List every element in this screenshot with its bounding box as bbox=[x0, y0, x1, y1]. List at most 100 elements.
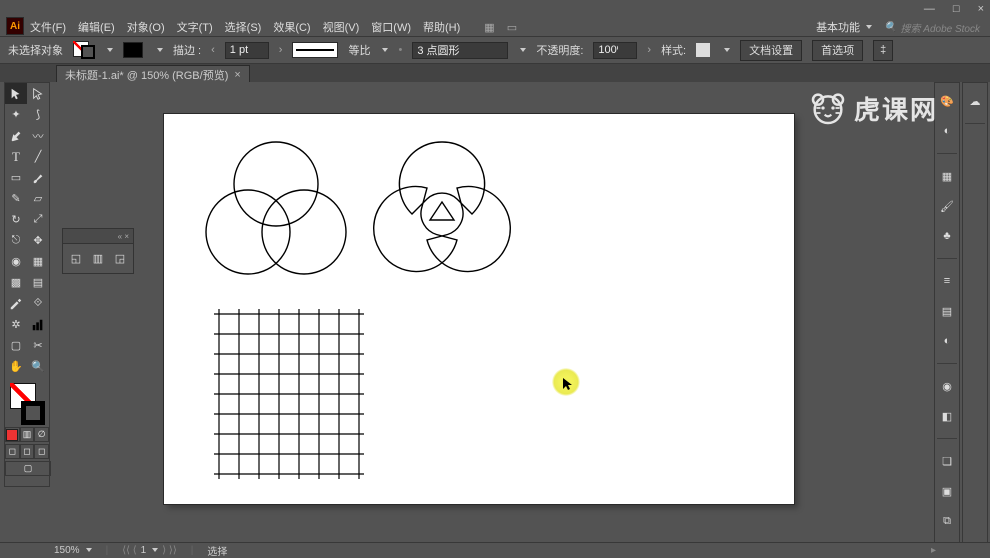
tools-panel: ✦ ⟆ 〰 T ╱ ▭ ✎ ▱ ↻ ⤢ ⎋ ✥ ◉ ▦ ▩ ▤ ⟐ ✲ bbox=[4, 82, 50, 487]
graphic-style-swatch[interactable] bbox=[696, 43, 710, 57]
perspective-grid-tool[interactable]: ▦ bbox=[27, 251, 49, 272]
menu-help[interactable]: 帮助(H) bbox=[423, 19, 460, 35]
stroke-profile-preview[interactable] bbox=[292, 42, 338, 58]
shaper-tool[interactable]: ✎ bbox=[5, 188, 27, 209]
menu-view[interactable]: 视图(V) bbox=[323, 19, 360, 35]
chevron-down-icon[interactable] bbox=[382, 48, 388, 52]
canvas-area[interactable] bbox=[52, 82, 932, 543]
stroke-panel-icon[interactable]: ≡ bbox=[939, 273, 955, 289]
menu-type[interactable]: 文字(T) bbox=[177, 19, 213, 35]
scale-tool[interactable]: ⤢ bbox=[27, 209, 49, 230]
symbol-sprayer-tool[interactable]: ✲ bbox=[5, 314, 27, 335]
hand-tool[interactable]: ✋ bbox=[5, 356, 27, 377]
menu-edit[interactable]: 编辑(E) bbox=[78, 19, 115, 35]
pen-tool[interactable] bbox=[5, 125, 27, 146]
width-tool[interactable]: ⎋ bbox=[5, 230, 27, 251]
eyedropper-tool[interactable] bbox=[5, 293, 27, 314]
zoom-level[interactable]: 150% bbox=[54, 545, 92, 556]
fill-stroke-control[interactable] bbox=[5, 381, 49, 425]
opacity-input[interactable] bbox=[593, 42, 637, 59]
magic-wand-tool[interactable]: ✦ bbox=[5, 104, 27, 125]
opacity-label: 不透明度: bbox=[536, 42, 583, 58]
chevron-down-icon[interactable] bbox=[724, 48, 730, 52]
direct-selection-tool[interactable] bbox=[27, 83, 49, 104]
line-tool[interactable]: ╱ bbox=[27, 146, 49, 167]
asset-export-panel-icon[interactable]: ▣ bbox=[939, 483, 955, 499]
close-icon[interactable]: × bbox=[234, 69, 240, 81]
artboard[interactable] bbox=[164, 114, 794, 504]
menu-effect[interactable]: 效果(C) bbox=[273, 19, 310, 35]
panel-header[interactable]: « × bbox=[63, 229, 133, 244]
draw-normal-button[interactable]: ◻ bbox=[5, 444, 20, 459]
transform-icon[interactable]: ◲ bbox=[113, 250, 127, 266]
menu-file[interactable]: 文件(F) bbox=[30, 19, 66, 35]
swatches-panel-icon[interactable]: ▦ bbox=[939, 168, 955, 184]
stroke-weight-input[interactable] bbox=[225, 42, 269, 59]
menu-select[interactable]: 选择(S) bbox=[225, 19, 262, 35]
rotate-tool[interactable]: ↻ bbox=[5, 209, 27, 230]
menu-object[interactable]: 对象(O) bbox=[127, 19, 165, 35]
screen-mode-button[interactable]: ▢ bbox=[5, 461, 51, 476]
brush-definition-input[interactable] bbox=[412, 42, 508, 59]
bridge-icon[interactable]: ▦ bbox=[484, 21, 494, 34]
column-graph-tool[interactable] bbox=[27, 314, 49, 335]
brushes-panel-icon[interactable]: 🖌 bbox=[939, 198, 955, 214]
chevron-down-icon[interactable] bbox=[520, 48, 526, 52]
type-tool[interactable]: T bbox=[5, 146, 27, 167]
draw-behind-button[interactable]: ◻ bbox=[20, 444, 35, 459]
pathfinder-icon[interactable]: ◱ bbox=[69, 250, 83, 266]
color-panel-icon[interactable]: 🎨 bbox=[939, 93, 955, 109]
gradient-mode-button[interactable]: ▥ bbox=[20, 427, 35, 442]
artboard-tool[interactable]: ▢ bbox=[5, 335, 27, 356]
shape-builder-tool[interactable]: ◉ bbox=[5, 251, 27, 272]
rectangle-tool[interactable]: ▭ bbox=[5, 167, 27, 188]
symbols-panel-icon[interactable]: ♣ bbox=[939, 228, 955, 244]
chevron-down-icon[interactable] bbox=[107, 48, 113, 52]
arrange-docs-icon[interactable]: ▭ bbox=[507, 21, 517, 34]
collapsed-panel[interactable]: « × ◱ ▥ ◲ bbox=[62, 228, 134, 274]
workspace-switcher[interactable]: 基本功能 bbox=[816, 19, 872, 35]
libraries-icon[interactable]: ☁ bbox=[967, 93, 983, 109]
lasso-tool[interactable]: ⟆ bbox=[27, 104, 49, 125]
draw-inside-button[interactable]: ◻ bbox=[34, 444, 49, 459]
layers-panel-icon[interactable]: ❏ bbox=[939, 453, 955, 469]
stroke-swatch[interactable] bbox=[81, 45, 95, 59]
align-icon[interactable]: ▥ bbox=[91, 250, 105, 266]
appearance-panel-icon[interactable]: ◉ bbox=[939, 378, 955, 394]
paintbrush-tool[interactable] bbox=[27, 167, 49, 188]
window-minimize[interactable]: — bbox=[924, 3, 935, 15]
graphic-styles-panel-icon[interactable]: ◧ bbox=[939, 408, 955, 424]
color-guide-icon[interactable]: ◐ bbox=[939, 123, 955, 139]
zoom-tool[interactable]: 🔍 bbox=[27, 356, 49, 377]
preferences-button[interactable]: 首选项 bbox=[812, 40, 863, 61]
artboards-panel-icon[interactable]: ⧉ bbox=[939, 513, 955, 529]
curvature-tool[interactable]: 〰 bbox=[27, 125, 49, 146]
transform-panel-button[interactable]: ‡ bbox=[873, 40, 893, 61]
menu-window[interactable]: 窗口(W) bbox=[371, 19, 411, 35]
mesh-tool[interactable]: ▩ bbox=[5, 272, 27, 293]
opacity-slider-toggle[interactable]: › bbox=[647, 44, 651, 56]
stroke-weight-decrement[interactable]: ‹ bbox=[211, 44, 215, 56]
blend-tool[interactable]: ⟐ bbox=[27, 293, 49, 314]
stroke-weight-increment[interactable]: › bbox=[279, 44, 283, 56]
eraser-tool[interactable]: ▱ bbox=[27, 188, 49, 209]
gradient-panel-icon[interactable]: ▤ bbox=[939, 303, 955, 319]
search-stock[interactable]: 🔍 搜索 Adobe Stock bbox=[884, 20, 980, 35]
chevron-down-icon[interactable] bbox=[157, 48, 163, 52]
free-transform-tool[interactable]: ✥ bbox=[27, 230, 49, 251]
window-close[interactable]: × bbox=[978, 3, 984, 15]
document-setup-button[interactable]: 文档设置 bbox=[740, 40, 802, 61]
watermark: 虎课网 bbox=[808, 82, 938, 130]
color-mode-button[interactable] bbox=[5, 427, 20, 442]
none-mode-button[interactable]: ∅ bbox=[34, 427, 49, 442]
transparency-panel-icon[interactable]: ◐ bbox=[939, 333, 955, 349]
window-maximize[interactable]: □ bbox=[953, 3, 960, 15]
gradient-tool[interactable]: ▤ bbox=[27, 272, 49, 293]
scroll-right-icon[interactable]: ▸ bbox=[931, 545, 936, 556]
stroke-color-swatch[interactable] bbox=[123, 42, 143, 58]
selection-tool[interactable] bbox=[5, 83, 27, 104]
slice-tool[interactable]: ✂ bbox=[27, 335, 49, 356]
fill-stroke-mini[interactable] bbox=[73, 41, 95, 59]
stroke-color[interactable] bbox=[21, 401, 45, 425]
artboard-nav[interactable]: ⟨⟨ ⟨ 1 ⟩ ⟩⟩ bbox=[122, 545, 177, 556]
